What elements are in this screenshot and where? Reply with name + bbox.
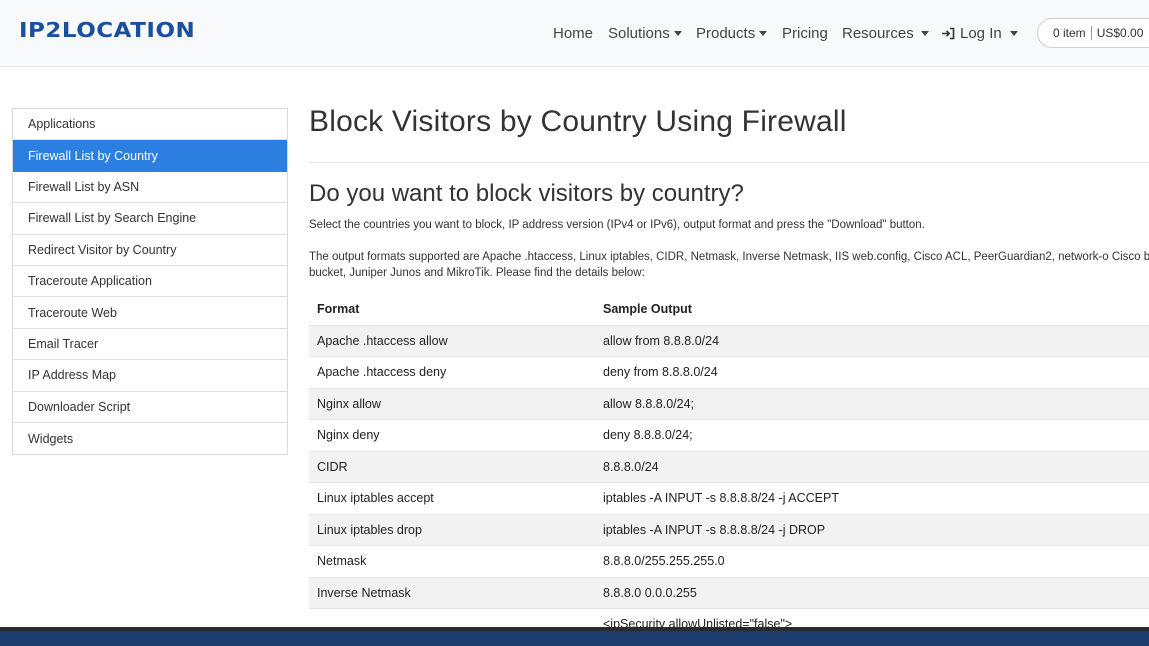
format-cell: CIDR	[309, 451, 595, 483]
nav-pricing-label[interactable]: Pricing	[782, 25, 828, 42]
format-table: Format Sample Output Apache .htaccess al…	[309, 294, 1149, 641]
sidebar-item-firewall-list-by-asn[interactable]: Firewall List by ASN	[13, 171, 287, 204]
intro-text: Select the countries you want to block, …	[309, 219, 925, 231]
sidebar-item-applications[interactable]: Applications	[13, 109, 287, 141]
nav-products-label[interactable]: Products	[696, 25, 755, 42]
sample-output-cell: iptables -A INPUT -s 8.8.8.8/24 -j DROP	[595, 514, 1149, 546]
format-cell: Nginx deny	[309, 419, 595, 452]
sidebar-item-redirect-visitor-by-country[interactable]: Redirect Visitor by Country	[13, 234, 287, 266]
cart-items: 0 item	[1053, 26, 1086, 40]
top-navbar: IP2LOCATION Home Solutions Products Pric…	[0, 0, 1149, 67]
sample-output-cell: 8.8.8.0/24	[595, 451, 1149, 483]
format-cell: Linux iptables accept	[309, 482, 595, 515]
sidebar-item-traceroute-web[interactable]: Traceroute Web	[13, 297, 287, 329]
table-row: Inverse Netmask 8.8.8.0 0.0.0.255	[309, 577, 1149, 609]
sidebar-item-traceroute-application[interactable]: Traceroute Application	[13, 265, 287, 298]
table-row: Nginx allow allow 8.8.8.0/24;	[309, 388, 1149, 420]
table-row: Linux iptables accept iptables -A INPUT …	[309, 482, 1149, 515]
nav-products[interactable]: Products	[696, 0, 768, 67]
table-row: Apache .htaccess deny deny from 8.8.8.0/…	[309, 356, 1149, 389]
nav-resources-label[interactable]: Resources	[842, 25, 914, 42]
nav-pricing[interactable]: Pricing	[782, 0, 828, 67]
page-title: Block Visitors by Country Using Firewall	[309, 105, 847, 138]
table-row: Apache .htaccess allow allow from 8.8.8.…	[309, 325, 1149, 357]
nav-solutions-label[interactable]: Solutions	[608, 25, 670, 42]
sample-output-cell: deny from 8.8.8.0/24	[595, 356, 1149, 389]
nav-solutions[interactable]: Solutions	[608, 0, 682, 67]
chevron-down-icon	[673, 31, 682, 36]
sidebar-item-widgets[interactable]: Widgets	[13, 422, 287, 455]
sidebar-item-downloader-script[interactable]: Downloader Script	[13, 391, 287, 423]
chevron-down-icon	[920, 31, 929, 36]
main-content: Block Visitors by Country Using Firewall…	[309, 100, 1149, 641]
nav-login-label[interactable]: Log In	[960, 25, 1002, 42]
sample-output-cell: iptables -A INPUT -s 8.8.8.8/24 -j ACCEP…	[595, 482, 1149, 515]
sample-output-cell: deny 8.8.8.0/24;	[595, 419, 1149, 452]
section-heading: Do you want to block visitors by country…	[309, 180, 744, 207]
login-icon	[942, 27, 955, 40]
table-row: Netmask 8.8.8.0/255.255.255.0	[309, 545, 1149, 578]
sidebar-item-firewall-list-by-country[interactable]: Firewall List by Country	[13, 140, 287, 172]
sidebar-item-email-tracer[interactable]: Email Tracer	[13, 328, 287, 361]
format-cell: Linux iptables drop	[309, 514, 595, 546]
table-row: Linux iptables drop iptables -A INPUT -s…	[309, 514, 1149, 546]
formats-text: The output formats supported are Apache …	[309, 251, 1149, 279]
format-cell: Nginx allow	[309, 388, 595, 420]
bottom-bar	[0, 627, 1149, 646]
chevron-down-icon	[759, 31, 768, 36]
nav-login[interactable]: Log In	[941, 0, 1018, 67]
table-header-row: Format Sample Output	[309, 294, 1149, 326]
table-row: Nginx deny deny 8.8.8.0/24;	[309, 419, 1149, 452]
sidebar-item-ip-address-map[interactable]: IP Address Map	[13, 360, 287, 392]
format-cell: Netmask	[309, 545, 595, 578]
format-cell: Apache .htaccess deny	[309, 356, 595, 389]
nav-home[interactable]: Home	[553, 0, 593, 67]
sample-output-cell: allow 8.8.8.0/24;	[595, 388, 1149, 420]
sidebar: Applications Firewall List by Country Fi…	[12, 108, 288, 456]
format-cell: Inverse Netmask	[309, 577, 595, 609]
divider	[309, 162, 1149, 163]
cart-divider	[1090, 26, 1092, 40]
nav-home-label[interactable]: Home	[553, 25, 593, 42]
sample-output-cell: allow from 8.8.8.0/24	[595, 325, 1149, 357]
table-row: CIDR 8.8.8.0/24	[309, 451, 1149, 483]
column-header-format: Format	[309, 294, 595, 326]
format-cell: Apache .htaccess allow	[309, 325, 595, 357]
cart-total: US$0.00	[1096, 26, 1144, 40]
sample-output-cell: 8.8.8.0 0.0.0.255	[595, 577, 1149, 609]
sample-output-cell: 8.8.8.0/255.255.255.0	[595, 545, 1149, 578]
column-header-sample-output: Sample Output	[595, 294, 1149, 326]
sidebar-item-firewall-list-by-search-engine[interactable]: Firewall List by Search Engine	[13, 203, 287, 235]
cart-button[interactable]: 0 item US$0.00	[1037, 18, 1149, 48]
chevron-down-icon	[1009, 31, 1018, 36]
brand-logo[interactable]: IP2LOCATION	[19, 19, 195, 42]
nav-resources[interactable]: Resources	[842, 0, 929, 67]
